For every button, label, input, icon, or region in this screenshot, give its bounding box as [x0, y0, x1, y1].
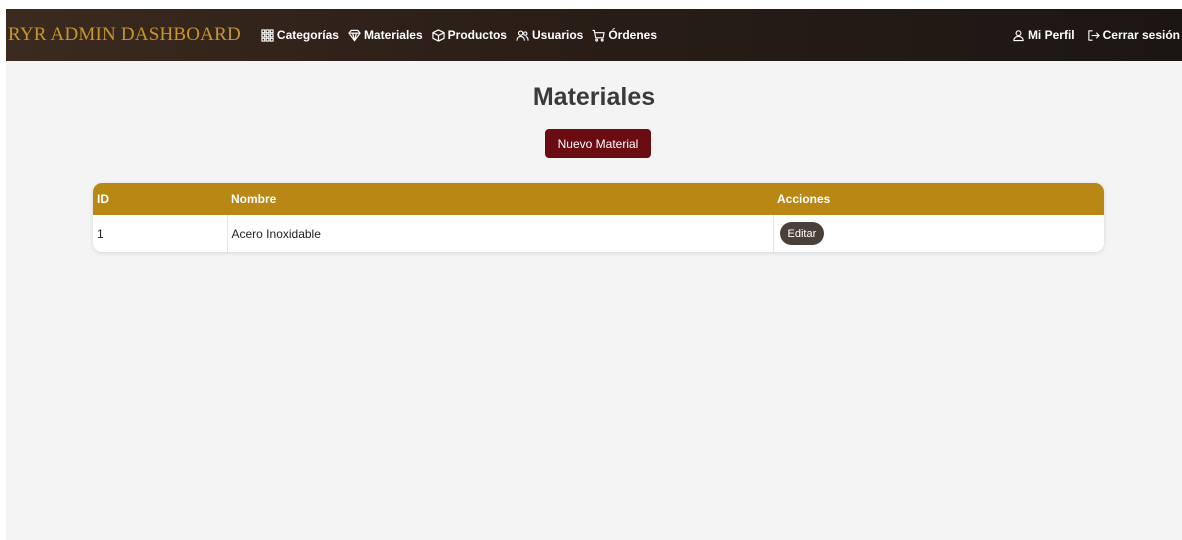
profile-label: Mi Perfil	[1027, 28, 1075, 42]
logout-link[interactable]: Cerrar sesión	[1087, 28, 1180, 42]
grid-icon	[261, 28, 274, 42]
table-header-row: ID Nombre Acciones	[93, 183, 1104, 215]
nav-link-label: Productos	[447, 28, 507, 42]
cell-actions: Editar	[772, 215, 1104, 252]
top-navbar: RYR ADMIN DASHBOARD Categorías Materiale…	[6, 9, 1182, 61]
nav-link-materiales[interactable]: Materiales	[348, 28, 423, 42]
nav-link-label: Categorías	[276, 28, 339, 42]
app-frame: RYR ADMIN DASHBOARD Categorías Materiale…	[6, 9, 1182, 540]
materials-table-container: ID Nombre Acciones 1 Acero Inoxidable Ed…	[93, 183, 1104, 252]
column-header-acciones: Acciones	[777, 192, 831, 206]
users-icon	[516, 29, 529, 42]
new-material-button[interactable]: Nuevo Material	[545, 129, 651, 158]
nav-link-label: Usuarios	[531, 28, 584, 42]
cart-icon	[592, 29, 605, 42]
box-icon	[431, 28, 445, 42]
nav-link-label: Órdenes	[608, 28, 658, 42]
materials-table: ID Nombre Acciones 1 Acero Inoxidable Ed…	[93, 183, 1104, 252]
column-header-nombre: Nombre	[231, 192, 277, 206]
profile-link[interactable]: Mi Perfil	[1012, 28, 1075, 42]
cell-id: 1	[97, 226, 104, 241]
gem-icon	[348, 29, 361, 42]
nav-link-label: Materiales	[363, 28, 423, 42]
column-header-id: ID	[97, 192, 109, 206]
edit-button[interactable]: Editar	[779, 222, 825, 245]
cell-name: Acero Inoxidable	[226, 215, 773, 252]
page-title: Materiales	[532, 83, 656, 111]
logout-label: Cerrar sesión	[1102, 28, 1180, 42]
brand-logo[interactable]: RYR ADMIN DASHBOARD	[8, 24, 241, 46]
table-row: 1 Acero Inoxidable Editar	[93, 215, 1104, 252]
main-nav: Categorías Materiales Productos Usuarios…	[261, 28, 657, 42]
nav-link-productos[interactable]: Productos	[431, 28, 507, 42]
nav-link-categorias[interactable]: Categorías	[261, 28, 339, 42]
nav-link-ordenes[interactable]: Órdenes	[592, 28, 657, 42]
nav-link-usuarios[interactable]: Usuarios	[516, 28, 583, 42]
user-icon	[1012, 29, 1025, 42]
user-nav: Mi Perfil Cerrar sesión	[1012, 9, 1180, 61]
logout-icon	[1087, 29, 1100, 42]
